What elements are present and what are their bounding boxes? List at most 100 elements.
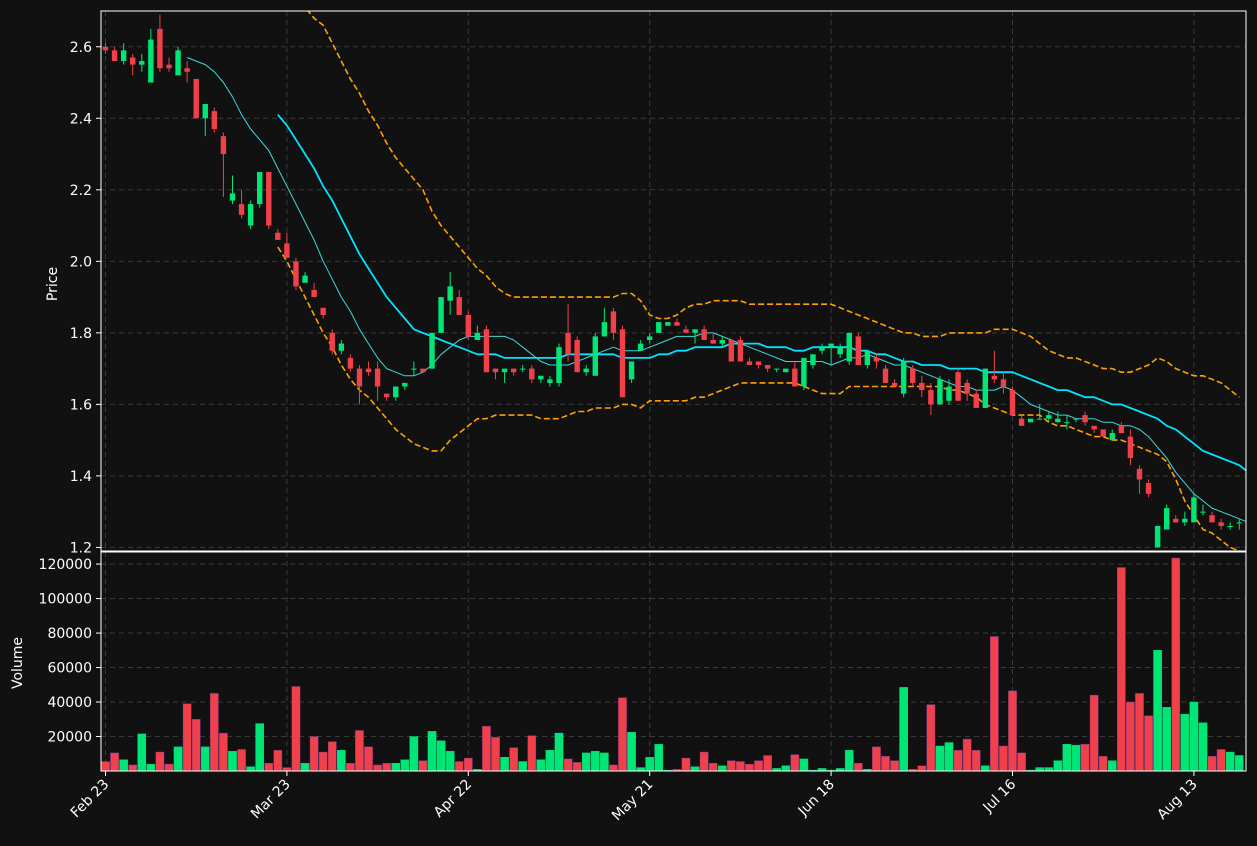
volume-bar <box>1189 701 1199 771</box>
volume-bar <box>627 732 636 771</box>
price-tick-label: 2.4 <box>70 111 92 127</box>
volume-y-axis: 20000 40000 60000 80000 100000 120000 <box>39 557 101 746</box>
candle-body <box>973 393 979 408</box>
candle-body <box>139 61 145 65</box>
slow-sma-line <box>277 114 1246 472</box>
volume-bar <box>101 761 110 771</box>
price-tick-label: 1.4 <box>70 469 92 485</box>
volume-bar <box>164 763 174 771</box>
price-tick-label: 2.6 <box>70 40 92 56</box>
volume-bar <box>990 636 999 771</box>
volume-bar <box>1135 693 1144 771</box>
volume-bar <box>491 737 500 771</box>
volume-bar <box>1144 715 1153 771</box>
price-tick-label: 1.6 <box>70 397 92 413</box>
candle-body <box>247 204 254 226</box>
volume-bar <box>745 763 754 771</box>
volume-bar <box>110 752 119 771</box>
candle-body <box>783 368 789 373</box>
candle-body <box>1182 518 1188 523</box>
candle-body <box>1100 429 1106 437</box>
volume-tick-label: 120000 <box>39 557 92 573</box>
volume-bar <box>291 686 301 771</box>
volume-bar <box>1044 767 1054 771</box>
volume-bar <box>590 750 600 771</box>
candle-body <box>792 368 798 387</box>
volume-bar <box>155 751 165 771</box>
volume-bar <box>980 765 990 771</box>
candle-body <box>483 329 490 373</box>
volume-bar <box>953 750 963 771</box>
volume-bar <box>944 742 954 771</box>
candle-body <box>1218 522 1224 526</box>
candle-body <box>1209 515 1215 523</box>
candle-body <box>102 46 109 51</box>
chart-canvas: 1.2 1.4 1.6 1.8 2.0 2.2 2.4 2.6 Price 20000 4000… <box>10 10 1247 824</box>
candle-body <box>538 375 544 380</box>
x-tick-label: Apr 22 <box>431 777 475 821</box>
volume-bar <box>1207 756 1217 771</box>
volume-axis-label: Volume <box>10 637 26 689</box>
candle-body <box>656 322 662 333</box>
volume-bar <box>128 764 138 771</box>
candle-body <box>991 375 998 380</box>
candle-body <box>284 243 290 258</box>
x-tick-label: Jul 16 <box>980 776 1020 816</box>
volume-bar <box>1053 760 1063 771</box>
candle-body <box>964 382 970 394</box>
candle-body <box>692 329 698 333</box>
volume-bar <box>899 687 908 771</box>
volume-bar <box>1171 557 1181 771</box>
volume-bar <box>454 761 464 771</box>
candle-body <box>329 332 335 351</box>
candle-body <box>474 332 481 341</box>
candle-body <box>873 357 880 362</box>
candle-body <box>293 261 299 287</box>
candle-body <box>937 379 943 405</box>
candle-body <box>1200 511 1206 513</box>
volume-bar <box>146 763 156 771</box>
candle-body <box>1118 425 1125 433</box>
volume-bar <box>255 723 264 771</box>
candle-body <box>175 50 181 76</box>
volume-bar <box>681 757 691 771</box>
volume-bar <box>119 759 128 771</box>
candle-body <box>801 357 807 387</box>
candle-body <box>166 64 172 69</box>
volume-bar <box>618 697 627 771</box>
x-tick-label: Jun 18 <box>795 777 838 820</box>
volume-bar <box>264 763 274 771</box>
candle-body <box>120 50 127 62</box>
volume-panel: 20000 40000 60000 80000 100000 120000 Feb 23 M… <box>10 551 1247 824</box>
volume-bar <box>1071 744 1081 771</box>
candle-body <box>601 322 608 337</box>
candle-body <box>520 368 526 370</box>
candle-body <box>556 347 562 383</box>
volume-bar <box>545 750 555 771</box>
volume-bar <box>1198 722 1208 771</box>
candle-body <box>1000 379 1007 387</box>
volume-bar <box>572 762 582 771</box>
volume-bar <box>173 746 183 771</box>
x-tick-label: Mar 23 <box>248 777 294 823</box>
price-tick-label: 2.0 <box>70 254 92 270</box>
volume-bar <box>1225 751 1235 771</box>
candle-body <box>111 50 118 62</box>
volume-bar <box>228 750 237 771</box>
volume-bar <box>418 760 428 771</box>
volume-bar <box>1107 760 1117 771</box>
volume-bar <box>1234 755 1244 771</box>
candle-body <box>220 136 227 155</box>
candle-body <box>383 393 390 398</box>
candle-body <box>157 28 163 69</box>
volume-bar <box>563 758 573 771</box>
candle-body <box>529 368 535 380</box>
candle-body <box>365 368 372 373</box>
volume-bar <box>854 763 863 771</box>
volume-bar <box>581 752 591 771</box>
volume-bar <box>309 736 319 771</box>
volume-bar <box>327 741 337 771</box>
volume-tick-label: 80000 <box>47 626 92 642</box>
candle-body <box>637 343 644 351</box>
stock-chart: 1.2 1.4 1.6 1.8 2.0 2.2 2.4 2.6 Price 20000 4000… <box>0 0 1257 842</box>
